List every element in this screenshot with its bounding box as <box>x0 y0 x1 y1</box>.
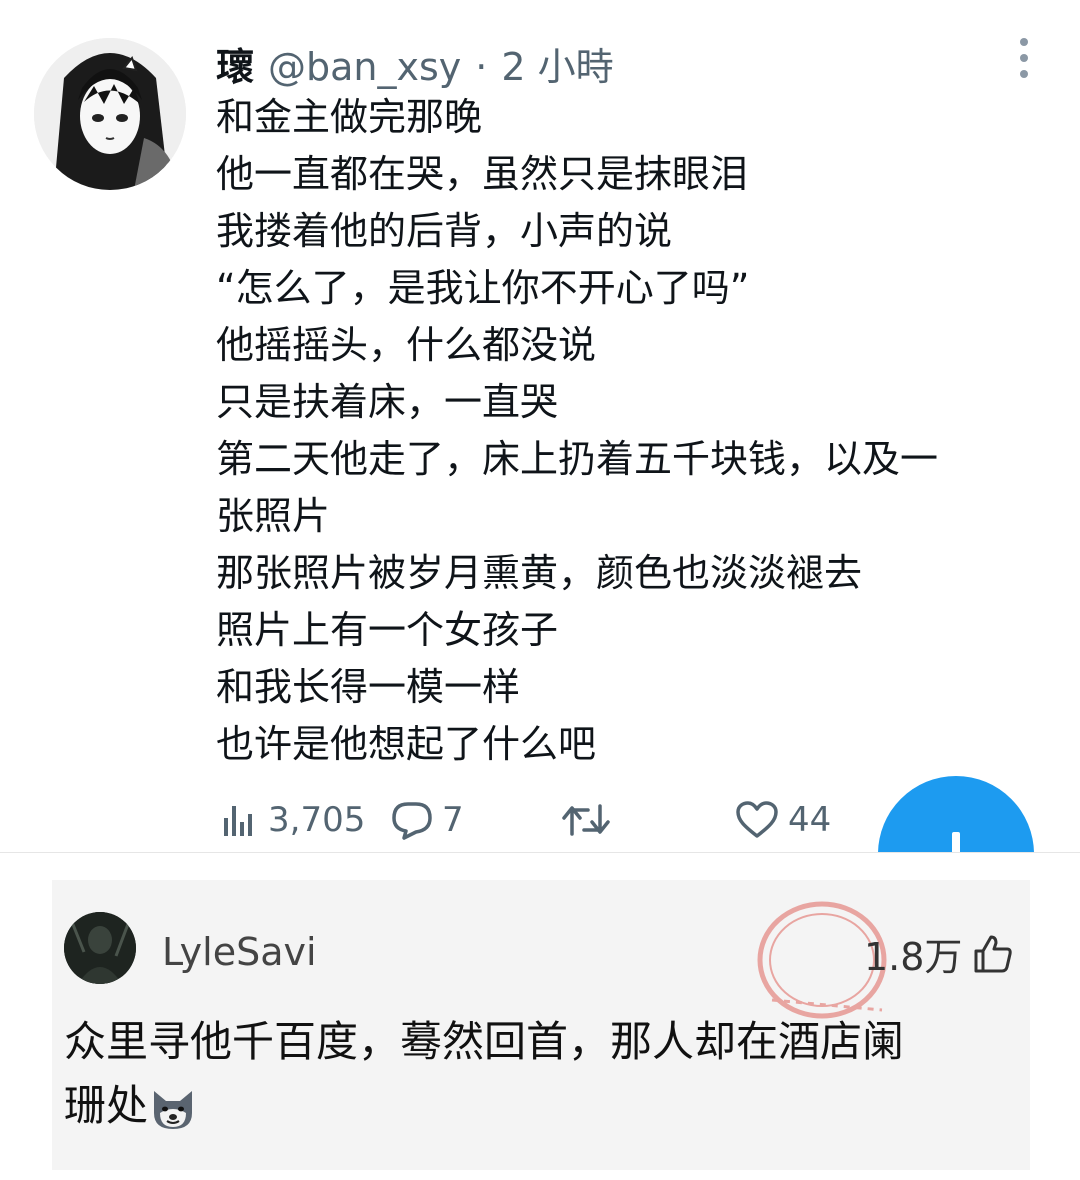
fab-clip <box>0 0 1080 852</box>
compose-fab-button[interactable] <box>878 776 1034 852</box>
commenter-username[interactable]: LyleSavi <box>162 930 317 974</box>
comment-likes-count: 1.8万 <box>864 935 963 979</box>
dark-figure-avatar-icon <box>64 912 136 984</box>
comment-like-button[interactable]: 1.8万 <box>864 926 1014 981</box>
top-comment-card[interactable]: LyleSavi 1.8万 众里寻他千百度，蓦然回首，那人却在酒店阑 珊处 <box>52 880 1030 1170</box>
comment-line-text: 珊处 <box>64 1081 149 1130</box>
dog-face-icon <box>154 1090 193 1129</box>
plus-icon <box>952 832 960 852</box>
commenter-avatar[interactable] <box>64 912 136 984</box>
comment-line: 众里寻他千百度，蓦然回首，那人却在酒店阑 <box>64 1017 905 1066</box>
thumbs-up-icon <box>974 935 1013 972</box>
comment-text: 众里寻他千百度，蓦然回首，那人却在酒店阑 珊处 <box>64 1010 1024 1138</box>
tweet-card[interactable]: 瓌 @ban_xsy · 2 小時 和金主做完那晚 他一直都在哭，虽然只是抹眼泪… <box>0 0 1080 853</box>
comment-line: 珊处 <box>64 1074 1024 1138</box>
